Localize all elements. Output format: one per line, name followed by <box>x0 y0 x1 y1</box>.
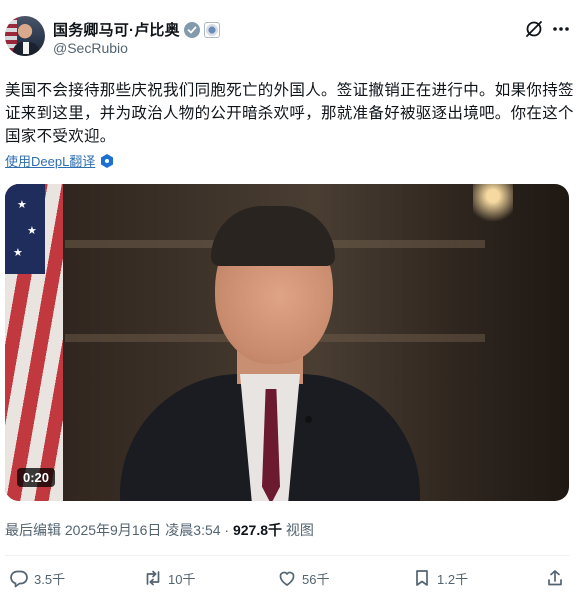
action-bar: 3.5千 10千 56千 1.2千 <box>0 568 580 592</box>
reply-icon <box>10 570 28 588</box>
retweet-icon <box>146 570 160 586</box>
retweet-button[interactable]: 10千 <box>143 568 195 588</box>
author-name-row: 国务卿马可·卢比奥 <box>53 19 220 40</box>
edited-label[interactable]: 最后编辑 <box>5 522 61 538</box>
author-handle[interactable]: @SecRubio <box>53 40 128 56</box>
video-speaker-hair <box>211 206 335 266</box>
lapel-mic <box>305 416 312 423</box>
like-count: 56千 <box>302 571 330 587</box>
deepl-icon <box>101 153 114 168</box>
heart-icon <box>279 571 295 586</box>
views-label: 视图 <box>285 522 314 538</box>
reply-count: 3.5千 <box>34 571 66 587</box>
views-count: 927.8千 <box>232 522 283 538</box>
grok-icon[interactable] <box>524 19 544 39</box>
timestamp[interactable]: 2025年9月16日 凌晨3:54 <box>65 522 221 538</box>
share-icon <box>548 570 562 586</box>
translate-label[interactable]: 使用DeepL翻译 <box>5 151 95 170</box>
share-button[interactable] <box>545 568 565 593</box>
flag-star-icon: ★ <box>13 247 23 259</box>
reply-button[interactable]: 3.5千 <box>9 568 65 588</box>
verified-badge-icon <box>183 21 200 38</box>
flag-star-icon: ★ <box>17 199 27 211</box>
divider <box>5 555 570 556</box>
more-icon[interactable] <box>552 26 570 32</box>
avatar-shirt <box>23 42 29 54</box>
video-duration: 0:20 <box>17 468 56 487</box>
meta-separator: · <box>224 522 230 538</box>
flag-star-icon: ★ <box>27 225 37 237</box>
author-display-name[interactable]: 国务卿马可·卢比奥 <box>53 19 180 40</box>
bookmark-icon <box>416 570 428 586</box>
video-lamp <box>473 184 513 244</box>
government-seal-icon <box>203 21 220 38</box>
bookmark-count: 1.2千 <box>437 571 469 587</box>
author-avatar[interactable] <box>5 16 45 56</box>
video-player[interactable]: ★ ★ ★ 0:20 <box>5 184 569 501</box>
retweet-count: 10千 <box>168 571 196 587</box>
like-button[interactable]: 56千 <box>277 568 329 588</box>
bookmark-button[interactable]: 1.2千 <box>412 568 468 588</box>
tweet-text: 美国不会接待那些庆祝我们同胞死亡的外国人。签证撤销正在进行中。如果你持签证来到这… <box>5 82 574 145</box>
tweet-meta: 最后编辑 2025年9月16日 凌晨3:54 · 927.8千 视图 <box>5 520 314 540</box>
translate-link[interactable]: 使用DeepL翻译 <box>5 151 114 170</box>
